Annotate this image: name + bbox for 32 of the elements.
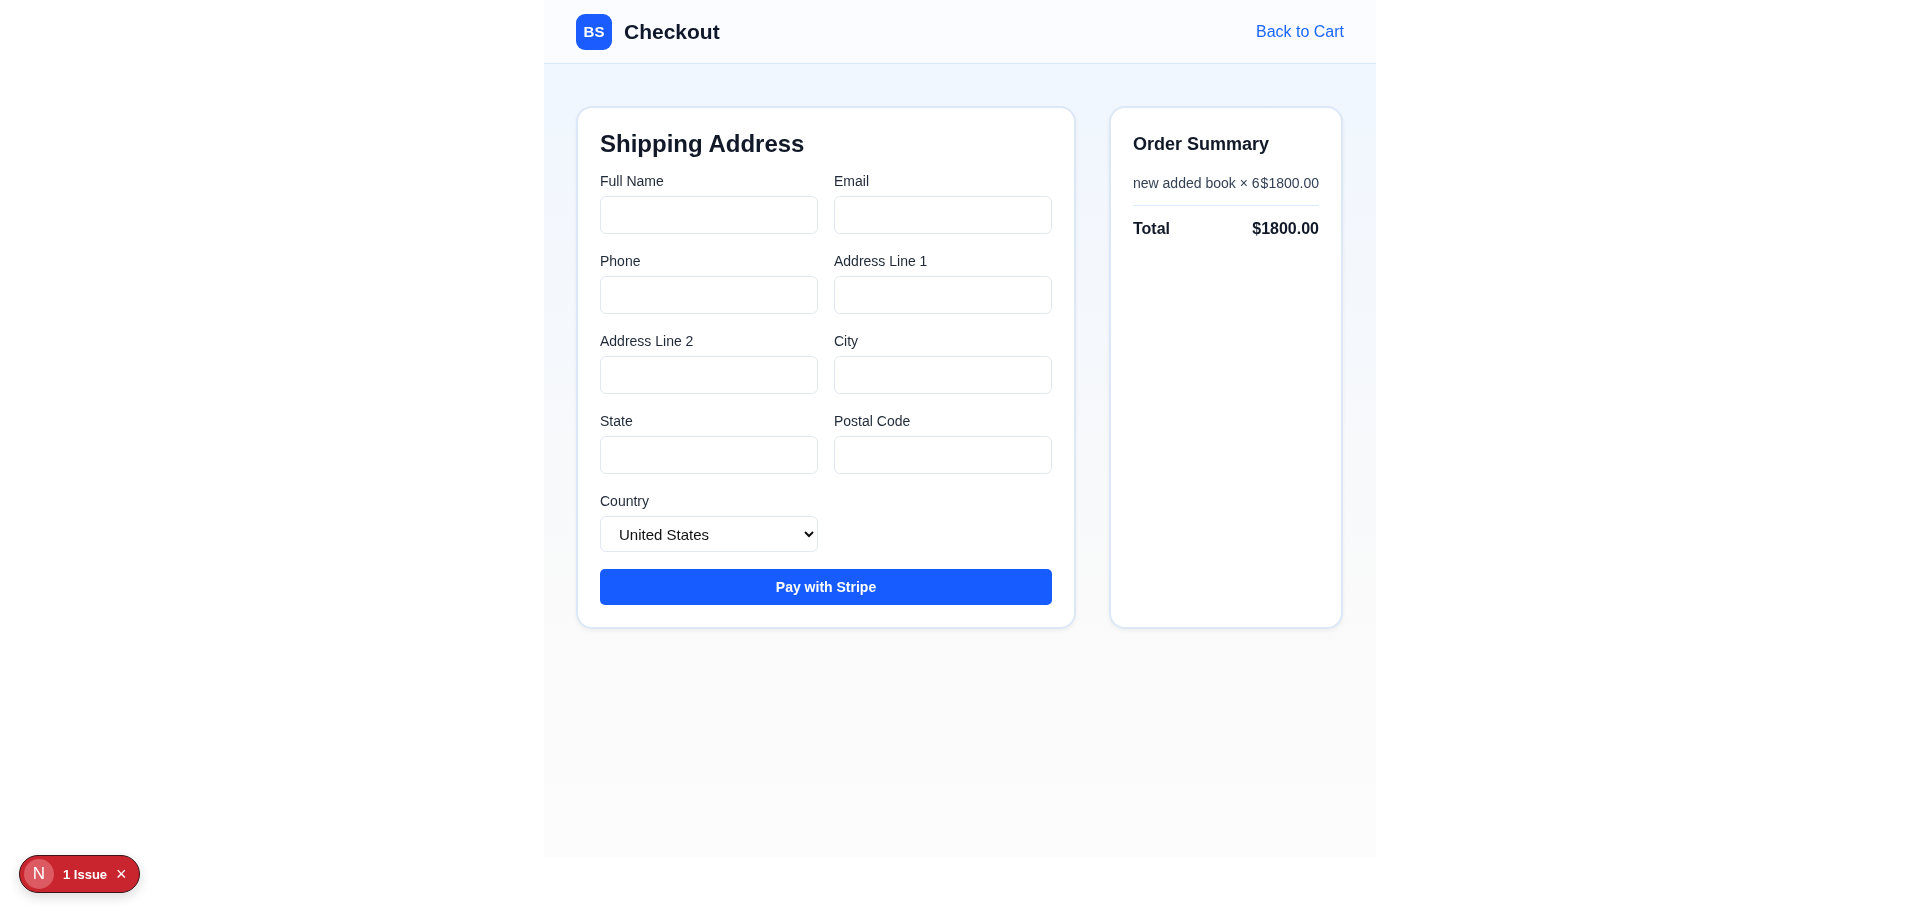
logo: BS: [576, 13, 612, 50]
total-label: Total: [1133, 220, 1171, 238]
pay-button[interactable]: Pay with Stripe: [600, 569, 1052, 605]
field-label: Full Name: [600, 172, 665, 190]
input-field[interactable]: [600, 436, 818, 474]
back-to-cart-link[interactable]: Back to Cart: [1255, 22, 1344, 41]
field-label: Address Line 1: [834, 252, 929, 270]
field-label: Email: [834, 172, 870, 190]
input-field[interactable]: [834, 356, 1052, 394]
item-name: new added book × 6: [1133, 175, 1260, 191]
input-field[interactable]: [600, 276, 818, 314]
logo: N: [24, 859, 54, 889]
country-select[interactable]: United States: [600, 516, 818, 552]
page-title: Checkout: [624, 19, 720, 44]
item-price: $1800.00: [1260, 175, 1319, 191]
card-title: Order Summary: [1133, 134, 1271, 155]
close-icon[interactable]: ×: [116, 865, 127, 883]
field-label: Address Line 2: [600, 332, 695, 350]
input-field[interactable]: [834, 276, 1052, 314]
input-field[interactable]: [600, 356, 818, 394]
field-label: Country: [600, 492, 651, 510]
field-label: Phone: [600, 252, 642, 270]
input-field[interactable]: [834, 196, 1052, 234]
card-title: Shipping Address: [600, 130, 806, 158]
input-field[interactable]: [600, 196, 818, 234]
field-label: State: [600, 412, 634, 430]
issue-label: 1 Issue: [63, 866, 108, 882]
input-field[interactable]: [834, 436, 1052, 474]
field-label: City: [834, 332, 860, 350]
field-label: Postal Code: [834, 412, 912, 430]
total-amount: $1800.00: [1252, 220, 1319, 238]
issue-badge[interactable]: N 1 Issue ×: [19, 855, 140, 893]
